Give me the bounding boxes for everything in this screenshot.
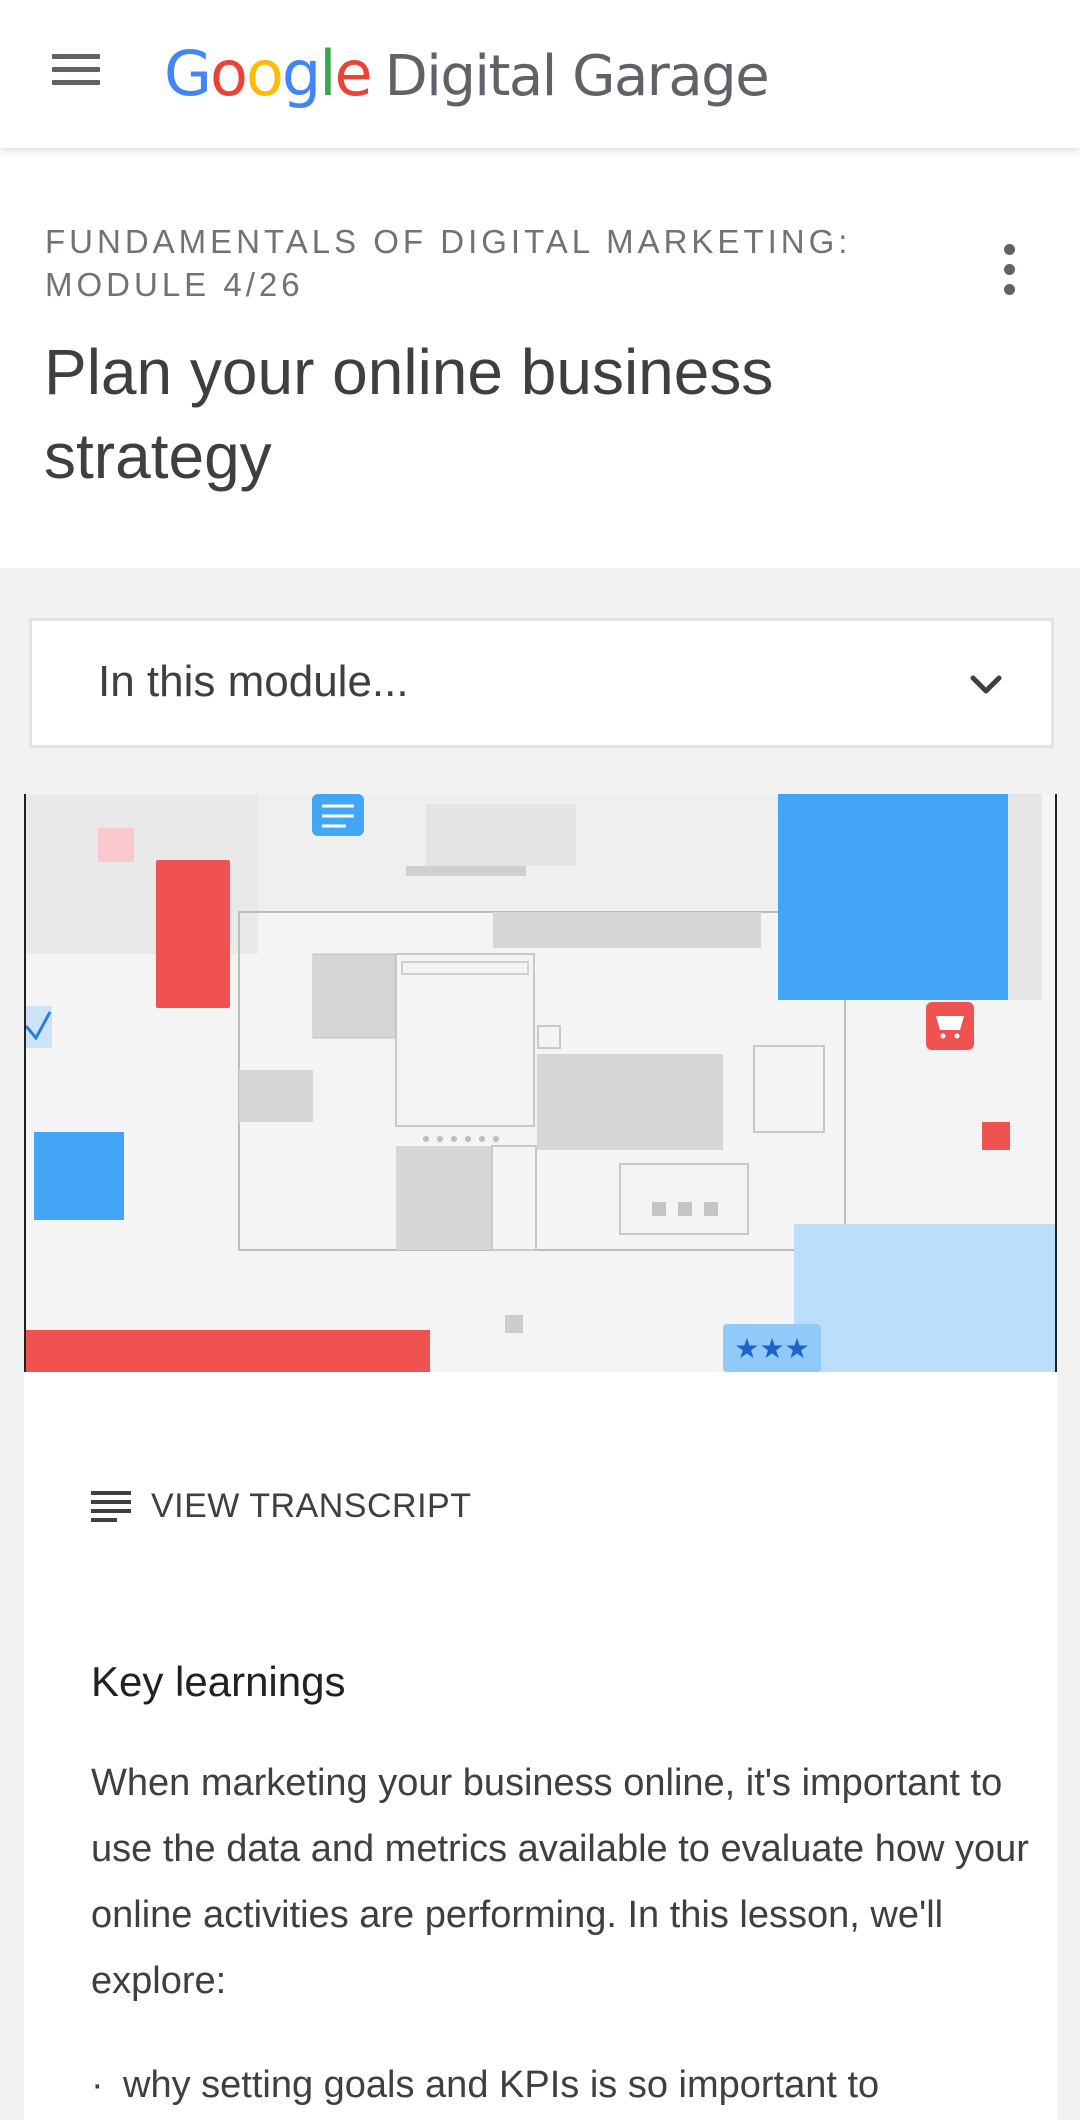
- video-player[interactable]: ★★★: [24, 794, 1057, 1372]
- svg-text:★★★: ★★★: [734, 1332, 809, 1365]
- chevron-down-icon: [970, 675, 1002, 694]
- hamburger-menu-icon[interactable]: [46, 50, 106, 90]
- brand-logo[interactable]: Google Digital Garage: [164, 34, 770, 114]
- key-learnings-body: When marketing your business online, it'…: [91, 1762, 1029, 2002]
- view-transcript-button[interactable]: VIEW TRANSCRIPT: [91, 1478, 471, 1534]
- key-learnings-heading: Key learnings: [91, 1658, 346, 1705]
- google-wordmark: Google: [164, 37, 373, 110]
- course-title-section: FUNDAMENTALS OF DIGITAL MARKETING: MODUL…: [0, 148, 1080, 568]
- list-item: why setting goals and KPIs is so importa…: [91, 2052, 1031, 2118]
- transcript-lines-icon: [91, 1489, 131, 1523]
- more-vert-icon[interactable]: [990, 244, 1030, 300]
- key-learnings-list: why setting goals and KPIs is so importa…: [91, 2052, 1031, 2118]
- video-thumbnail-illustration: ★★★: [26, 794, 1055, 1372]
- product-name: Digital Garage: [384, 44, 770, 109]
- page-title: Plan your online business strategy: [44, 336, 774, 492]
- module-dropdown-label: In this module...: [98, 657, 409, 706]
- module-eyebrow: FUNDAMENTALS OF DIGITAL MARKETING: MODUL…: [45, 223, 852, 303]
- lesson-card: ★★★ VIEW TRANSCRIPT Key learnings When m…: [24, 794, 1057, 2120]
- app-header: Google Digital Garage: [0, 0, 1080, 148]
- module-dropdown[interactable]: In this module...: [29, 618, 1054, 748]
- view-transcript-label: VIEW TRANSCRIPT: [151, 1486, 472, 1525]
